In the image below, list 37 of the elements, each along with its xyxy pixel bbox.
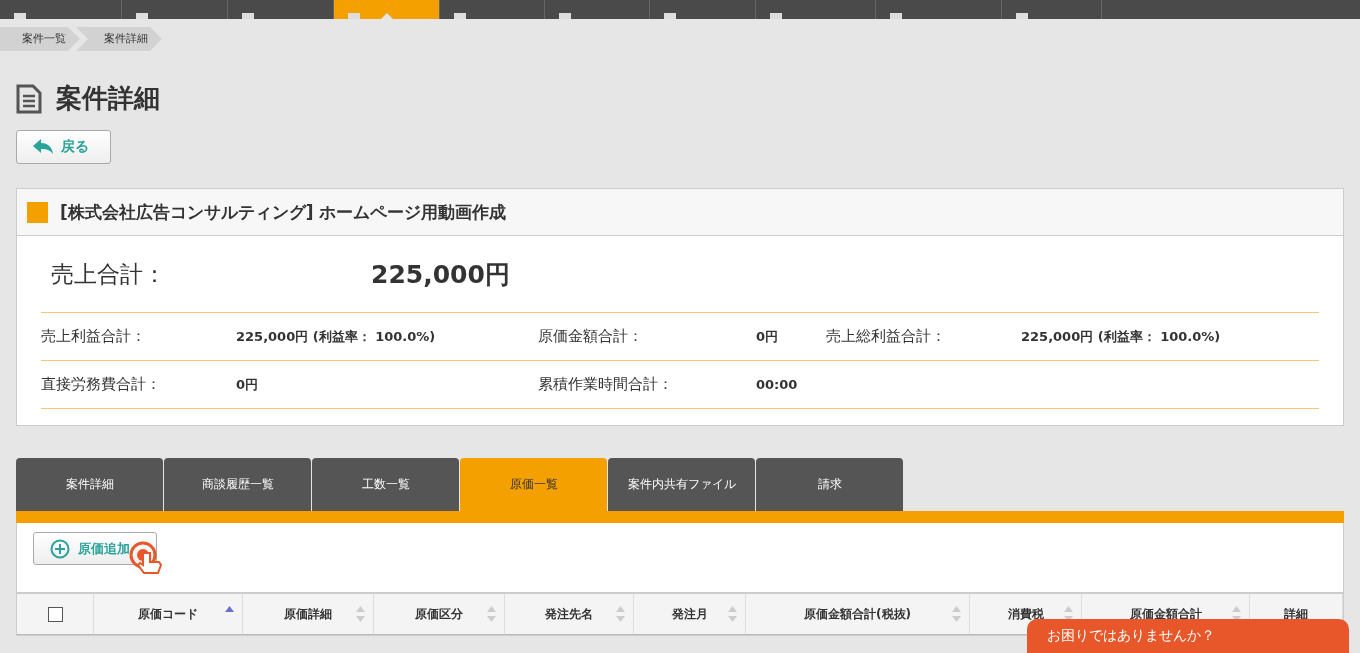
summary-value: 0円 — [756, 327, 780, 346]
summary-value: 00:00 — [756, 377, 799, 392]
tab[interactable]: 工数一覧 — [312, 458, 459, 511]
summary-value: 225,000円 (利益率： 100.0%) — [1021, 327, 1222, 346]
select-all-checkbox[interactable] — [47, 606, 63, 622]
tab[interactable]: 請求 — [756, 458, 903, 511]
column-header[interactable]: 原価区分 — [374, 594, 505, 635]
summary-value: 225,000円 (利益率： 100.0%) — [236, 327, 437, 346]
project-title: [株式会社広告コンサルティング] ホームページ用動画作成 — [60, 200, 507, 224]
column-header[interactable]: 発注月 — [634, 594, 746, 635]
column-header[interactable]: 原価金額合計(税抜) — [746, 594, 970, 635]
back-arrow-icon — [33, 139, 53, 155]
tab[interactable]: 案件詳細 — [16, 458, 163, 511]
summary-label: 直接労務費合計： — [41, 375, 162, 394]
active-indicator-icon — [380, 13, 393, 19]
sort-icon[interactable] — [1232, 606, 1241, 622]
sales-total-label: 売上合計： — [50, 259, 167, 289]
click-pointer-icon — [129, 541, 165, 577]
summary-label: 累積作業時間合計： — [538, 375, 674, 394]
breadcrumb-item[interactable]: 案件詳細 — [76, 27, 162, 51]
page-title: 案件詳細 — [56, 82, 160, 115]
sort-icon[interactable] — [1064, 606, 1073, 622]
breadcrumb-item[interactable]: 案件一覧 — [0, 27, 80, 51]
tab[interactable]: 原価一覧 — [460, 458, 607, 511]
tab[interactable]: 案件内共有ファイル — [608, 458, 755, 511]
tab[interactable]: 商談履歴一覧 — [164, 458, 311, 511]
column-header[interactable]: 発注先名 — [505, 594, 634, 635]
summary-label: 売上総利益合計： — [826, 327, 947, 346]
column-header[interactable]: 原価コード — [94, 594, 243, 635]
plus-circle-icon — [50, 538, 70, 559]
column-header[interactable]: 原価詳細 — [243, 594, 374, 635]
help-chat-toast[interactable]: お困りではありませんか？ — [1027, 619, 1349, 653]
document-icon — [16, 83, 42, 114]
sales-total-value: 225,000円 — [371, 258, 510, 291]
summary-value: 0円 — [236, 375, 260, 394]
summary-label: 原価金額合計： — [538, 327, 644, 346]
summary-label: 売上利益合計： — [41, 327, 147, 346]
